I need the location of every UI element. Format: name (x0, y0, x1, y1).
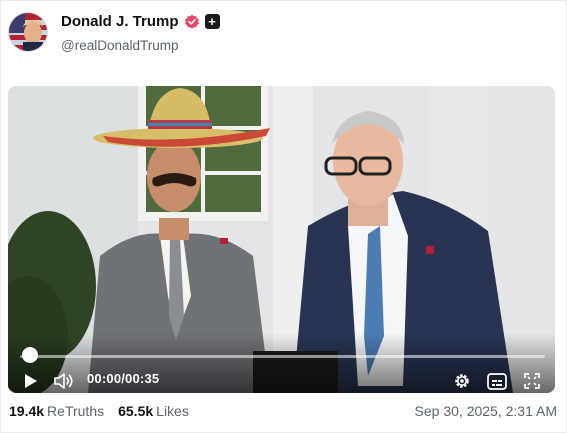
fullscreen-button[interactable] (521, 371, 543, 391)
avatar-image (9, 13, 47, 51)
video-time: 00:00/00:35 (87, 371, 160, 386)
likes-label[interactable]: Likes (156, 403, 189, 419)
progress-scrubber[interactable] (22, 347, 38, 363)
progress-bar[interactable] (20, 355, 545, 358)
play-button[interactable] (22, 372, 40, 390)
retruths-count[interactable]: 19.4k (9, 403, 44, 419)
volume-button[interactable] (53, 371, 75, 391)
captions-button[interactable] (486, 371, 508, 391)
captions-icon (487, 372, 507, 390)
post-card: Donald J. Trump + @realDonaldTrump 00:00… (0, 0, 567, 433)
verified-badge-icon (184, 14, 199, 29)
retruths-label[interactable]: ReTruths (47, 403, 104, 419)
author-row: Donald J. Trump + (61, 13, 220, 30)
settings-button[interactable] (452, 371, 472, 391)
follow-button[interactable]: + (204, 14, 220, 29)
play-icon (25, 374, 37, 388)
avatar[interactable] (8, 12, 48, 52)
settings-gear-icon (455, 374, 469, 388)
plus-icon: + (208, 14, 216, 29)
video-controls: 00:00/00:35 (8, 333, 555, 393)
volume-icon (54, 373, 73, 389)
likes-count[interactable]: 65.5k (118, 403, 153, 419)
post-timestamp[interactable]: Sep 30, 2025, 2:31 AM (415, 403, 557, 419)
video-player[interactable]: 00:00/00:35 (8, 86, 555, 393)
fullscreen-icon (524, 373, 540, 389)
author-display-name[interactable]: Donald J. Trump (61, 13, 179, 30)
author-handle[interactable]: @realDonaldTrump (61, 38, 179, 53)
post-footer: 19.4k ReTruths 65.5k Likes Sep 30, 2025,… (9, 403, 557, 419)
